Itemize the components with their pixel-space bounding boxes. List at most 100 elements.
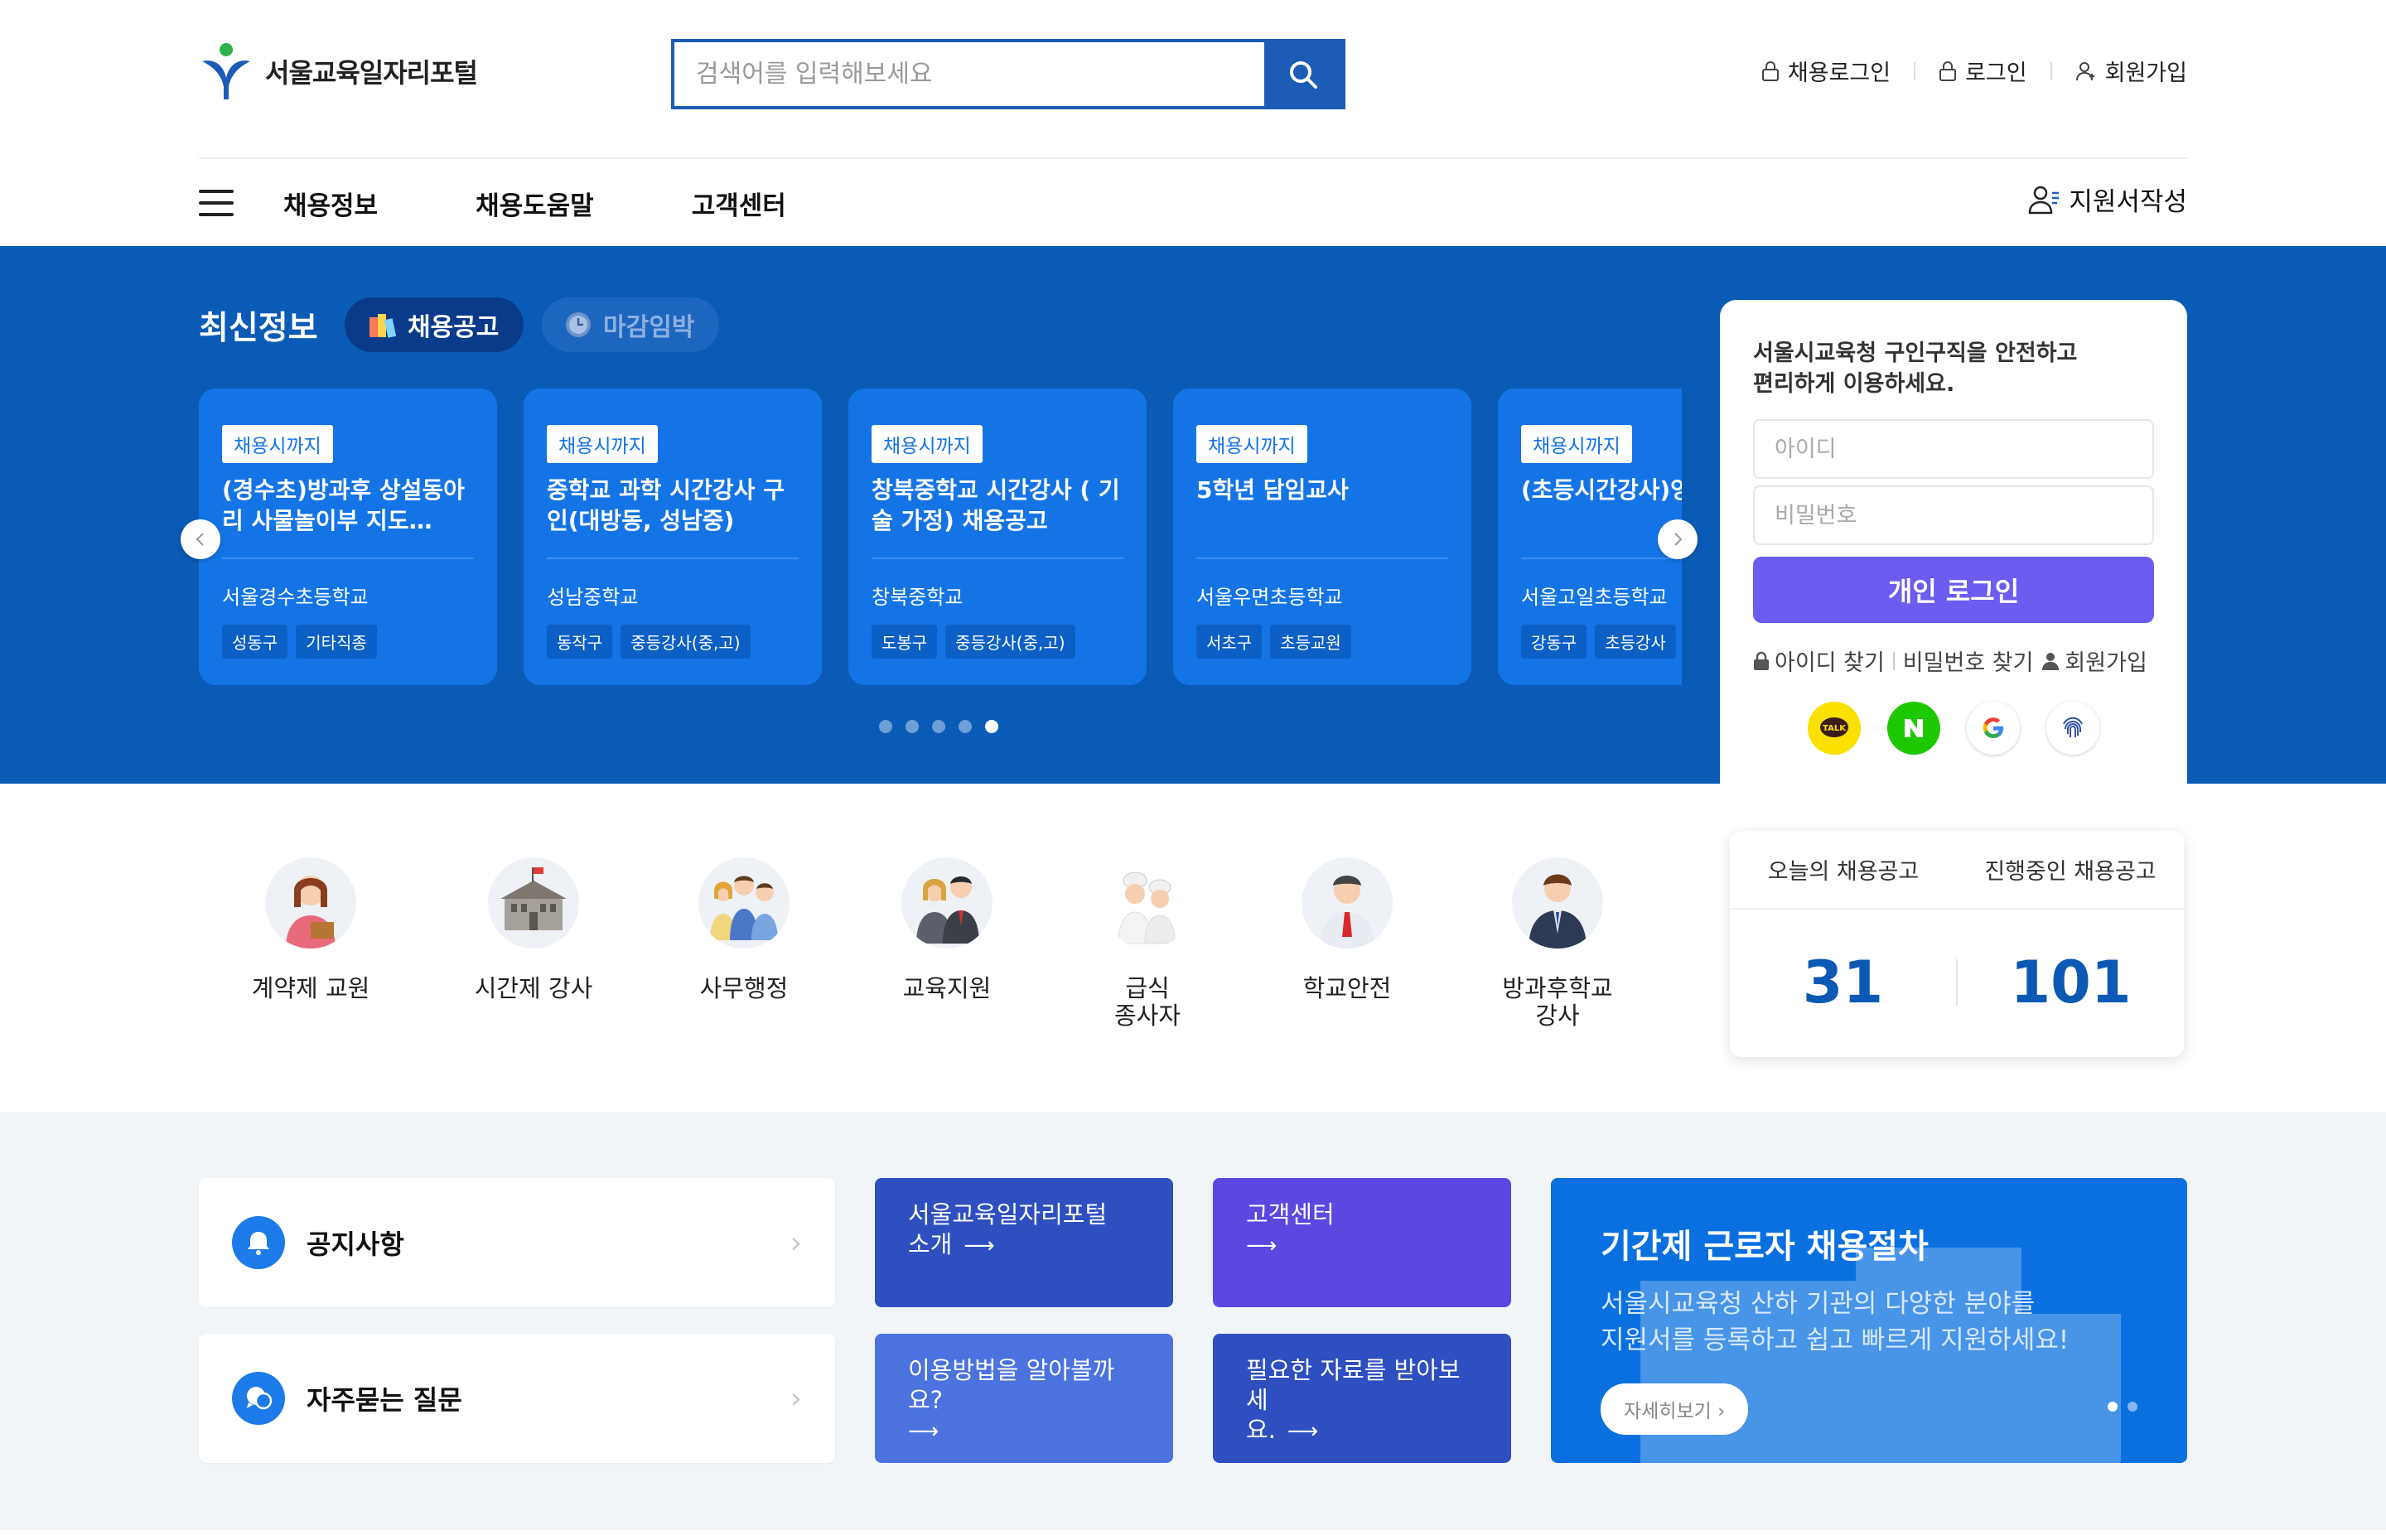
job-stats-panel: 오늘의 채용공고 진행중인 채용공고 31 101	[1730, 831, 2184, 1057]
portal-intro-tile[interactable]: 서울교육일자리포털 소개 ⟶	[875, 1178, 1173, 1307]
divider	[1196, 558, 1448, 559]
write-application-button[interactable]: 지원서작성	[2027, 181, 2187, 218]
promo-pagination	[2108, 1402, 2137, 1412]
promo-dot-active[interactable]	[2108, 1402, 2118, 1412]
signup-link-panel[interactable]: 회원가입	[2041, 644, 2147, 677]
login-message-line1: 서울시교육청 구인구직을 안전하고	[1753, 340, 2078, 366]
job-card[interactable]: 채용시까지 5학년 담임교사 서울우면초등학교 서초구 초등교원	[1173, 389, 1471, 685]
carousel-dot[interactable]	[959, 720, 972, 733]
tab-job-postings[interactable]: 채용공고	[345, 297, 524, 352]
kakao-login-icon[interactable]: TALK	[1808, 702, 1861, 755]
carousel-dot[interactable]	[906, 720, 919, 733]
school-name: 서울경수초등학교	[222, 586, 369, 609]
divider	[872, 558, 1123, 559]
category-label: 방과후학교 강사	[1502, 974, 1613, 1030]
login-link[interactable]: 로그인	[1939, 55, 2027, 87]
recruitment-procedure-banner[interactable]: 기간제 근로자 채용절차 서울시교육청 산하 기관의 다양한 분야를 지원서를 …	[1551, 1178, 2187, 1463]
menu-icon[interactable]	[199, 190, 234, 216]
ongoing-postings-count[interactable]: 101	[1958, 949, 2184, 1016]
logo-text: 서울교육일자리포털	[265, 57, 478, 89]
faq-link[interactable]: 자주묻는 질문 ›	[199, 1334, 835, 1463]
today-postings-count[interactable]: 31	[1730, 949, 1956, 1016]
search-bar	[671, 39, 1345, 109]
promo-line1: 서울시교육청 산하 기관의 다양한 분야를	[1601, 1289, 2036, 1319]
account-links: 아이디 찾기 비밀번호 찾기 회원가입	[1753, 644, 2154, 677]
carousel-dot[interactable]	[932, 720, 945, 733]
promo-title: 기간제 근로자 채용절차	[1601, 1228, 1929, 1266]
nav-item-recruit-help[interactable]: 채용도움말	[476, 185, 594, 222]
arrow-right-icon: ⟶	[1246, 1233, 1278, 1258]
search-button[interactable]	[1264, 42, 1342, 106]
divider	[222, 558, 474, 559]
more-button[interactable]: 자세히보기 ›	[1601, 1383, 1749, 1435]
category-food-service[interactable]: 급식 종사자	[1077, 857, 1218, 1030]
fingerprint-login-icon[interactable]	[2046, 702, 2099, 755]
find-password-link[interactable]: 비밀번호 찾기	[1903, 644, 2034, 677]
chevron-right-icon: ›	[790, 1225, 802, 1260]
top-links: 채용로그인 로그인 회원가입	[1761, 55, 2187, 87]
google-login-icon[interactable]	[1967, 702, 2020, 755]
find-id-link[interactable]: 아이디 찾기	[1753, 644, 1885, 677]
recruit-login-link[interactable]: 채용로그인	[1761, 55, 1891, 87]
category-tag: 중등강사(중,고)	[945, 625, 1075, 659]
category-label: 계약제 교원	[251, 974, 370, 1002]
region-tag: 서초구	[1196, 625, 1263, 659]
deadline-badge: 채용시까지	[222, 425, 333, 463]
job-card[interactable]: 채용시까지 중학교 과학 시간강사 구인(대방동, 성남중) 성남중학교 동작구…	[524, 389, 822, 685]
category-part-time-lecturer[interactable]: 시간제 강사	[463, 857, 604, 1002]
notice-label: 공지사항	[307, 1229, 404, 1260]
promo-dot[interactable]	[2128, 1402, 2137, 1412]
category-office-admin[interactable]: 사무행정	[674, 857, 814, 1002]
carousel-next-button[interactable]	[1658, 519, 1698, 559]
clock-icon	[566, 312, 591, 337]
teacher-icon	[265, 857, 356, 949]
lock-icon	[1939, 60, 1957, 81]
ongoing-postings-label: 진행중인 채용공고	[1984, 859, 2157, 885]
carousel-prev-button[interactable]	[181, 519, 220, 559]
region-tag: 도봉구	[872, 625, 938, 659]
category-label: 교육지원	[902, 974, 992, 1002]
school-name: 서울우면초등학교	[1196, 586, 1343, 609]
category-education-support[interactable]: 교육지원	[877, 857, 1017, 1002]
category-tag: 기타직종	[296, 625, 377, 659]
books-icon	[369, 314, 397, 338]
lock-icon	[1754, 651, 1769, 670]
notice-link[interactable]: 공지사항 ›	[199, 1178, 835, 1307]
nav-item-customer-center[interactable]: 고객센터	[692, 185, 786, 222]
customer-center-tile[interactable]: 고객센터 ⟶	[1213, 1178, 1511, 1307]
job-card[interactable]: 채용시까지 창북중학교 시간강사 ( 기술 가정) 채용공고 창북중학교 도봉구…	[848, 389, 1147, 685]
how-to-use-tile[interactable]: 이용방법을 알아볼까요? ⟶	[875, 1334, 1173, 1463]
tab-deadline-soon[interactable]: 마감임박	[542, 297, 720, 352]
category-contract-teacher[interactable]: 계약제 교원	[240, 857, 381, 1002]
download-materials-label: 필요한 자료를 받아보세 요.	[1246, 1356, 1461, 1444]
personal-login-button[interactable]: 개인 로그인	[1753, 557, 2154, 623]
office-workers-icon	[698, 857, 790, 949]
job-title: 5학년 담임교사	[1196, 476, 1349, 504]
naver-login-icon[interactable]	[1887, 702, 1940, 755]
customer-center-label: 고객센터	[1246, 1200, 1335, 1229]
signup-label: 회원가입	[2104, 60, 2187, 86]
security-guard-icon	[1302, 857, 1393, 949]
category-after-school-lecturer[interactable]: 방과후학교 강사	[1487, 857, 1628, 1030]
category-school-safety[interactable]: 학교안전	[1277, 857, 1418, 1002]
chat-bubbles-icon	[232, 1372, 285, 1425]
download-materials-tile[interactable]: 필요한 자료를 받아보세 요. ⟶	[1213, 1334, 1511, 1463]
school-name: 창북중학교	[872, 586, 964, 609]
job-card[interactable]: 채용시까지 (초등시간강사)영과 서울고일초등학교 강동구초등강사	[1498, 389, 1682, 685]
search-input[interactable]	[674, 42, 1264, 106]
divider	[1892, 651, 1895, 670]
job-title: 중학교 과학 시간강사 구인(대방동, 성남중)	[547, 476, 785, 534]
carousel-dot[interactable]	[879, 720, 892, 733]
user-document-icon	[2029, 186, 2060, 214]
region-tag: 강동구	[1521, 625, 1587, 659]
nav-item-recruit-info[interactable]: 채용정보	[283, 185, 378, 222]
school-building-icon	[488, 857, 579, 949]
job-card[interactable]: 채용시까지 (경수초)방과후 상설동아리 사물놀이부 지도… 서울경수초등학교 …	[199, 389, 497, 685]
signup-link[interactable]: 회원가입	[2075, 55, 2187, 87]
password-input[interactable]	[1753, 485, 2154, 545]
id-input[interactable]	[1753, 419, 2154, 479]
site-header: 서울교육일자리포털 채용로그인 로그인 회원가입 채용정보 채용도움말	[0, 0, 2386, 246]
carousel-dot-active[interactable]	[985, 720, 998, 733]
login-label: 로그인	[1965, 60, 2027, 86]
site-logo[interactable]: 서울교육일자리포털	[199, 41, 478, 101]
